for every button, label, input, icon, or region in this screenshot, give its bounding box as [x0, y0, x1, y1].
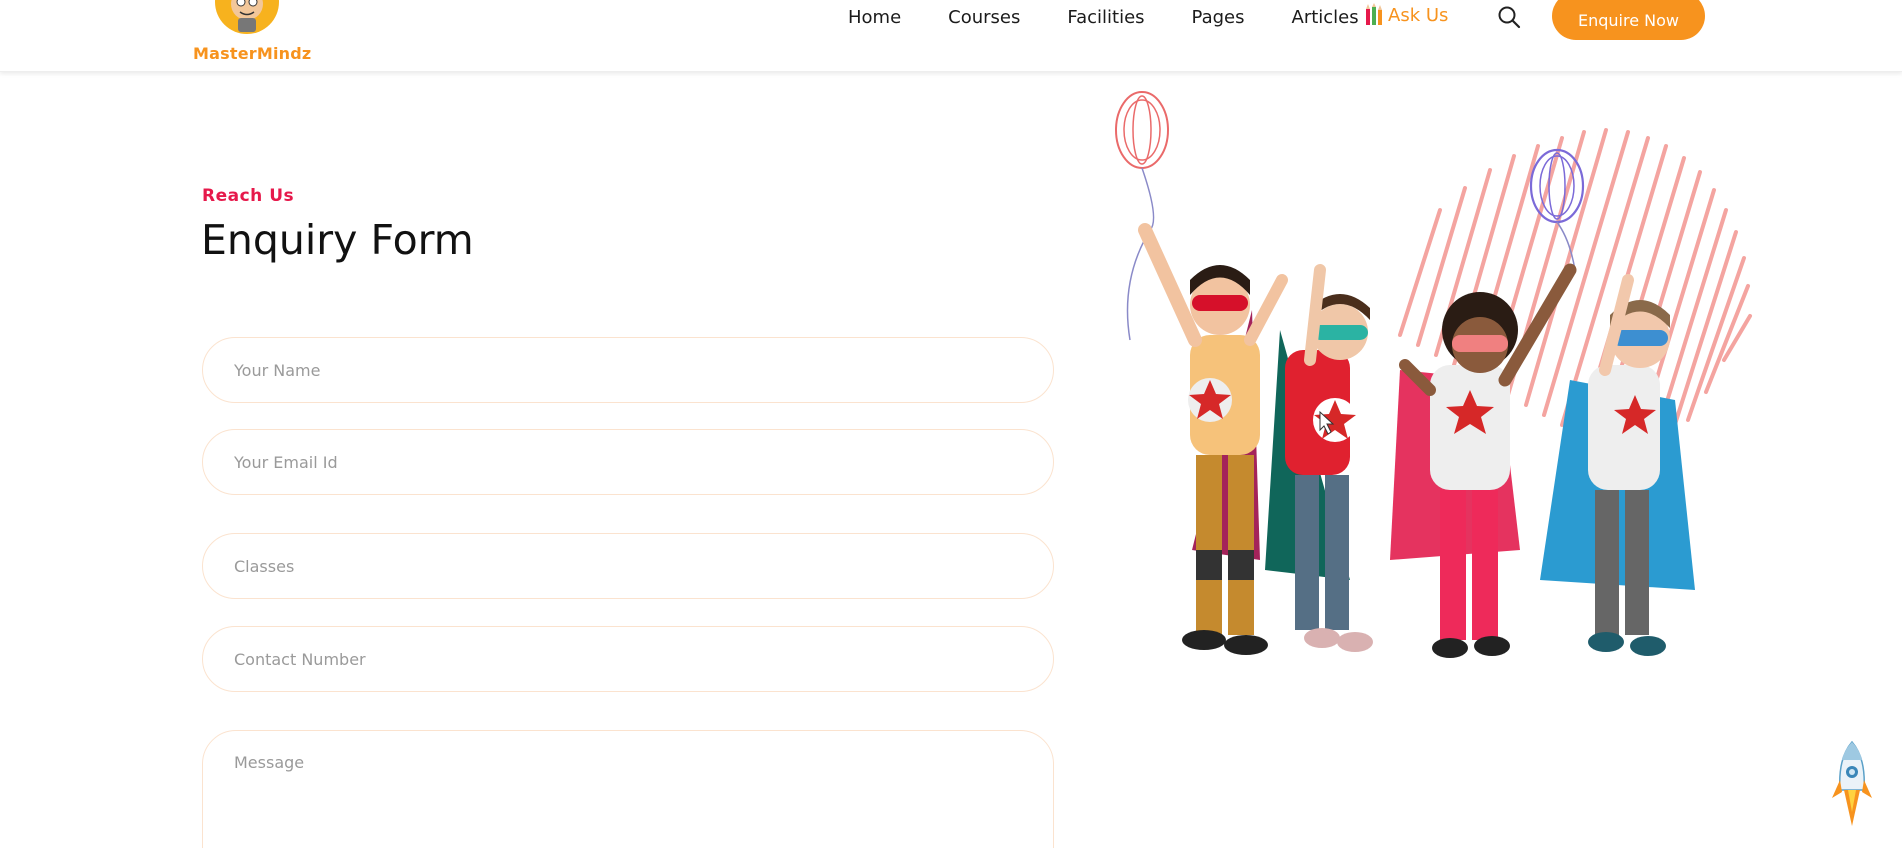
pencils-icon	[1366, 3, 1382, 25]
classes-field[interactable]	[202, 533, 1054, 599]
contact-number-field[interactable]	[202, 626, 1054, 692]
enquire-now-button[interactable]: Enquire Now	[1552, 0, 1705, 40]
brand-name[interactable]: MasterMindz	[193, 44, 311, 63]
kid-yellow	[1138, 223, 1288, 655]
rocket-icon[interactable]	[1830, 740, 1874, 830]
nav-articles[interactable]: Articles	[1292, 7, 1359, 28]
site-header: MasterMindz Home Courses Facilities Page…	[0, 0, 1902, 72]
search-icon[interactable]	[1497, 5, 1521, 29]
kid-blue	[1540, 274, 1695, 656]
nav-home[interactable]: Home	[848, 7, 901, 28]
nav-ask-us[interactable]: Ask Us	[1364, 3, 1448, 27]
page-title: Enquiry Form	[201, 216, 474, 264]
kids-superhero-illustration	[1115, 91, 1752, 658]
name-field[interactable]	[202, 337, 1054, 403]
message-field[interactable]	[202, 730, 1054, 848]
ask-us-label: Ask Us	[1388, 4, 1449, 26]
nav-pages[interactable]: Pages	[1192, 7, 1245, 28]
email-field[interactable]	[202, 429, 1054, 495]
nav-courses[interactable]: Courses	[948, 7, 1020, 28]
kid-pink	[1390, 263, 1577, 658]
balloon-red-icon	[1115, 91, 1169, 341]
kid-red	[1265, 264, 1373, 652]
section-eyebrow: Reach Us	[202, 186, 295, 206]
nav-facilities[interactable]: Facilities	[1067, 7, 1144, 28]
main-nav: Home Courses Facilities Pages Articles	[848, 6, 1381, 28]
